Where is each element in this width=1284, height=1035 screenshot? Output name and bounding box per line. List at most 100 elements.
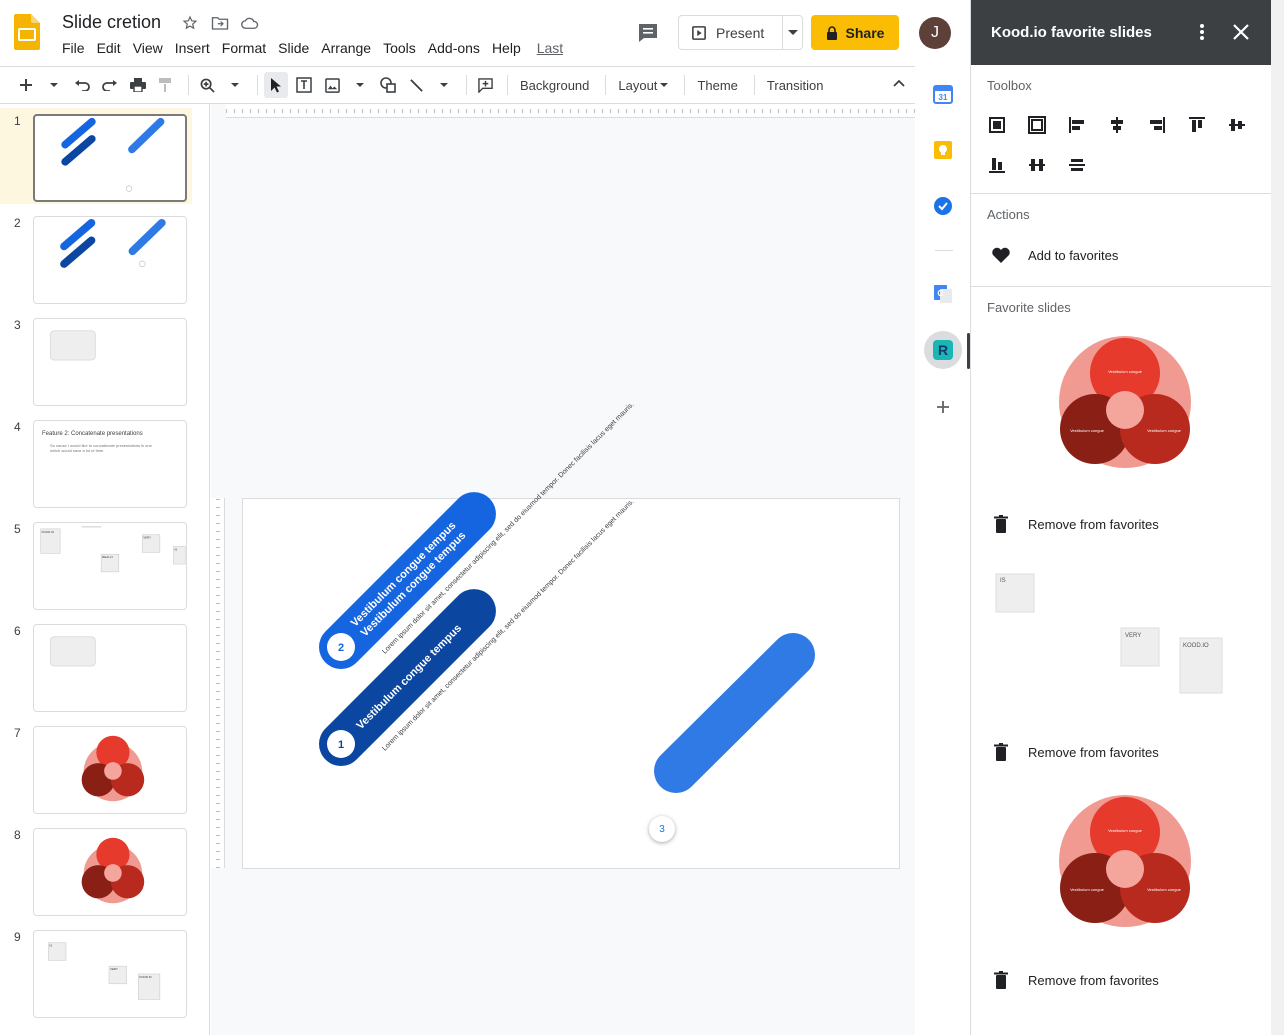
menu-file[interactable]: File [56,40,91,56]
filmstrip-slide[interactable]: 4 Feature 2: Concatenate presentations So … [0,414,192,510]
chevron-up-icon [893,79,905,87]
select-tool-button[interactable] [264,72,288,98]
new-slide-button[interactable] [14,72,38,98]
slide-thumbnail[interactable] [33,318,187,406]
favorite-slide-2[interactable]: IS VERY KOOD.IO [987,565,1257,715]
panel-close-button[interactable] [1231,22,1251,47]
comment-history-icon[interactable] [636,22,660,44]
present-button[interactable]: Present [679,16,783,49]
menu-addons[interactable]: Add-ons [422,40,486,56]
menu-help[interactable]: Help [486,40,527,56]
align-center-icon[interactable] [1107,115,1127,135]
add-to-favorites-button[interactable]: Add to favorites [991,246,1118,264]
layout-button[interactable]: Layout [612,72,674,98]
menu-tools[interactable]: Tools [377,40,422,56]
slide-thumbnail[interactable] [33,828,187,916]
horizontal-ruler[interactable] [226,104,915,118]
translate-addon-icon[interactable]: G [933,284,953,304]
background-button[interactable]: Background [514,72,595,98]
align-right-icon[interactable] [1147,115,1167,135]
fit-width-icon[interactable] [987,115,1007,135]
calendar-icon[interactable]: 31 [933,84,953,104]
filmstrip-slide[interactable]: 1 [0,108,192,204]
thumb-box [49,636,96,667]
move-folder-icon[interactable] [210,13,230,33]
present-options-button[interactable] [783,29,802,36]
favorite-slide-1[interactable]: Vestibulum congue Vestibulum congue Vest… [987,335,1257,485]
panel-more-button[interactable] [1193,22,1211,47]
venn-left-label: Vestibulum congue [1070,887,1105,892]
document-title[interactable]: Slide cretion [62,12,161,33]
align-middle-icon[interactable] [1227,115,1247,135]
slide-thumbnail[interactable] [33,624,187,712]
menu-view[interactable]: View [127,40,169,56]
zoom-menu-button[interactable] [223,72,247,98]
get-addons-plus-icon[interactable] [933,397,953,417]
line-button[interactable] [404,72,428,98]
print-button[interactable] [126,72,150,98]
box-is-label: IS [1000,578,1006,584]
undo-button[interactable] [70,72,94,98]
new-slide-menu-button[interactable] [42,72,66,98]
menu-edit[interactable]: Edit [91,40,127,56]
line-menu-button[interactable] [432,72,456,98]
slide-thumbnail[interactable]: KOOD.IO REALLY VERY IS [33,522,187,610]
align-top-icon[interactable] [1187,115,1207,135]
transition-button[interactable]: Transition [761,72,830,98]
slide-thumbnail[interactable] [33,216,187,304]
distribute-vertical-icon[interactable] [1067,155,1087,175]
menu-format[interactable]: Format [216,40,272,56]
slide-number-badge[interactable]: 3 [649,816,675,842]
tasks-icon[interactable] [933,196,953,216]
slide-thumbnail[interactable]: IS VERY KOOD.IO [33,930,187,1018]
cloud-saved-icon[interactable] [240,13,260,33]
last-edit-link[interactable]: Last edit was seconds ago [527,40,563,56]
slide-thumbnail[interactable] [33,726,187,814]
zoom-button[interactable] [195,72,219,98]
keep-icon[interactable] [933,140,953,160]
menu-insert[interactable]: Insert [169,40,216,56]
filmstrip-slide[interactable]: 3 [0,312,192,408]
slide-thumbnail[interactable]: Feature 2: Concatenate presentations So c… [33,420,187,508]
star-icon[interactable] [180,13,200,33]
current-slide[interactable]: 2 Vestibulum congue tempus Vestibulum co… [242,401,900,869]
paint-format-button[interactable] [154,72,178,98]
share-button[interactable]: Share [811,15,899,50]
filmstrip-slide[interactable]: 8 [0,822,192,918]
theme-button[interactable]: Theme [691,72,743,98]
filmstrip-slide[interactable]: 2 [0,210,192,306]
filmstrip-slide[interactable]: 5 KOOD.IO REALLY VERY IS [0,516,192,612]
collapse-toolbar-button[interactable] [893,75,905,90]
menu-slide[interactable]: Slide [272,40,315,56]
fit-page-icon[interactable] [1027,115,1047,135]
thumb-badge [139,260,146,268]
shape-button[interactable] [376,72,400,98]
slides-logo-icon[interactable] [14,14,40,50]
insert-comment-button[interactable] [473,72,497,98]
insert-image-button[interactable] [320,72,344,98]
text-box-button[interactable] [292,72,316,98]
menu-arrange[interactable]: Arrange [315,40,377,56]
filmstrip-slide[interactable]: 9 IS VERY KOOD.IO [0,924,192,1020]
filmstrip-slide[interactable]: 7 [0,720,192,816]
remove-favorite-button-3[interactable]: Remove from favorites [991,971,1159,989]
item-body-2: Lorem ipsum dolor sit amet, consectetur … [381,401,635,655]
kood-addon-button[interactable]: R [924,331,962,369]
distribute-horizontal-icon[interactable] [1027,155,1047,175]
venn-right-label: Vestibulum congue [1147,428,1182,433]
slide-thumbnail[interactable] [33,114,187,202]
filmstrip-slide[interactable]: 6 [0,618,192,714]
remove-favorite-button-2[interactable]: Remove from favorites [991,743,1159,761]
align-bottom-icon[interactable] [987,155,1007,175]
favorite-slide-3[interactable]: Vestibulum congue Vestibulum congue Vest… [987,791,1257,941]
remove-favorite-button-1[interactable]: Remove from favorites [991,515,1159,533]
align-left-icon[interactable] [1067,115,1087,135]
diagonal-pill-shape[interactable] [654,633,815,793]
user-avatar[interactable]: J [919,17,951,49]
slide-canvas-area[interactable]: 2 Vestibulum congue tempus Vestibulum co… [211,104,915,1035]
slide-number: 2 [14,216,21,230]
panel-scrollbar[interactable] [1271,0,1284,1035]
image-menu-button[interactable] [348,72,372,98]
redo-button[interactable] [98,72,122,98]
slide-filmstrip[interactable]: 1 2 3 4 Feature 2: Concatenate presentations… [0,104,210,1035]
